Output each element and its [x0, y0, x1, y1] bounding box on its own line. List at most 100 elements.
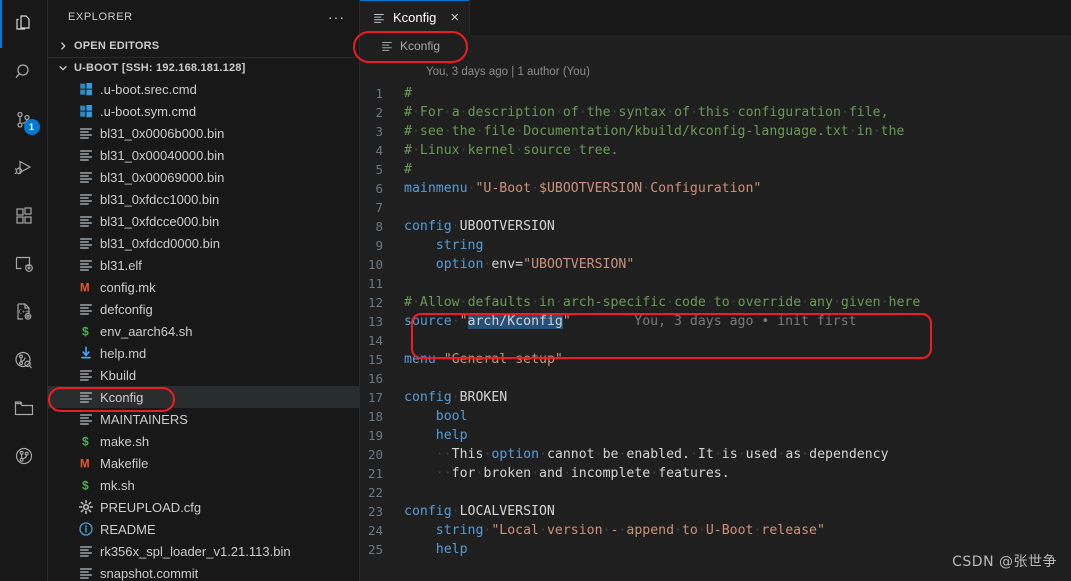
file-tree-item[interactable]: $ env_aarch64.sh — [48, 320, 359, 342]
line-number[interactable]: 23 — [360, 504, 404, 519]
breadcrumb[interactable]: Kconfig — [360, 35, 1071, 57]
code-line: 6 mainmenu·"U-Boot·$UBOOTVERSION·Configur… — [360, 179, 1071, 198]
activity-item-run-and-debug[interactable] — [0, 144, 48, 192]
sidebar-section-uboot[interactable]: U-BOOT [SSH: 192.168.181.128] — [48, 56, 359, 79]
line-number[interactable]: 25 — [360, 542, 404, 557]
file-tree-item[interactable]: MAINTAINERS — [48, 408, 359, 430]
code-line: 3 #·see·the·file·Documentation/kbuild/kco… — [360, 122, 1071, 141]
activity-item-folder-view[interactable] — [0, 384, 48, 432]
file-name: defconfig — [100, 301, 153, 317]
file-tree-item[interactable]: defconfig — [48, 298, 359, 320]
file-tree-item[interactable]: help.md — [48, 342, 359, 364]
breadcrumb-label: Kconfig — [400, 39, 441, 53]
code-editor[interactable]: You, 3 days ago | 1 author (You) 1 #2 #·Fo… — [360, 57, 1071, 581]
more-actions-icon[interactable]: ··· — [322, 10, 351, 24]
line-number[interactable]: 15 — [360, 352, 404, 367]
file-tree-item[interactable]: README — [48, 518, 359, 540]
file-tree-item[interactable]: bl31_0xfdcd0000.bin — [48, 232, 359, 254]
line-number[interactable]: 6 — [360, 181, 404, 196]
line-number[interactable]: 24 — [360, 523, 404, 538]
text-file-icon — [371, 10, 387, 26]
file-tree-item[interactable]: Kbuild — [48, 364, 359, 386]
code-line: 20 ··This·option·cannot·be·enabled.·It·i… — [360, 445, 1071, 464]
file-tree-item[interactable]: M Makefile — [48, 452, 359, 474]
chevron-right-icon — [56, 39, 70, 53]
code-text: #·Linux·kernel·source·tree. — [404, 143, 619, 158]
file-tree-item[interactable]: PREUPLOAD.cfg — [48, 496, 359, 518]
line-number[interactable]: 14 — [360, 333, 404, 348]
activity-item-explorer[interactable] — [0, 0, 48, 48]
line-number[interactable]: 18 — [360, 409, 404, 424]
code-text: menu·"General·setup" — [404, 352, 563, 367]
line-number[interactable]: 3 — [360, 124, 404, 139]
code-line: 5 # — [360, 160, 1071, 179]
code-line: 19 help — [360, 426, 1071, 445]
file-tree-item[interactable]: $ mk.sh — [48, 474, 359, 496]
line-number[interactable]: 13 — [360, 314, 404, 329]
activity-item-cpp-config[interactable]: C++ — [0, 288, 48, 336]
line-number[interactable]: 1 — [360, 86, 404, 101]
activity-item-remote-explorer[interactable] — [0, 240, 48, 288]
line-number[interactable]: 4 — [360, 143, 404, 158]
blame-header: You, 3 days ago | 1 author (You) — [426, 66, 590, 78]
line-number[interactable]: 2 — [360, 105, 404, 120]
file-tree-item[interactable]: .u-boot.srec.cmd — [48, 78, 359, 100]
text-file-icon — [379, 38, 395, 54]
code-line: 1 # — [360, 84, 1071, 103]
line-number[interactable]: 19 — [360, 428, 404, 443]
file-tree-item[interactable]: bl31_0xfdcc1000.bin — [48, 188, 359, 210]
search-icon — [12, 60, 36, 84]
file-name: PREUPLOAD.cfg — [100, 499, 202, 515]
file-tree-item[interactable]: $ make.sh — [48, 430, 359, 452]
line-number[interactable]: 16 — [360, 371, 404, 386]
editor-scrollbar[interactable] — [1057, 57, 1071, 581]
code-line: 13 source·"arch/Kconfig" You, 3 days ago … — [360, 312, 1071, 331]
file-tree-item[interactable]: bl31_0xfdcce000.bin — [48, 210, 359, 232]
line-number[interactable]: 17 — [360, 390, 404, 405]
activity-item-search[interactable] — [0, 48, 48, 96]
code-text: config·UBOOTVERSION — [404, 219, 555, 234]
line-number[interactable]: 10 — [360, 257, 404, 272]
line-number[interactable]: 11 — [360, 276, 404, 291]
file-tree-item[interactable]: Mconfig.mk — [48, 276, 359, 298]
file-tree-item[interactable]: Kconfig — [48, 386, 359, 409]
sidebar-section-open-editors[interactable]: OPEN EDITORS — [48, 35, 359, 57]
editor-tabs-bar: Kconfig × — [360, 0, 1071, 35]
code-text: option·env="UBOOTVERSION" — [435, 257, 635, 272]
file-tree-item[interactable]: bl31_0x0006b000.bin — [48, 122, 359, 144]
activity-item-extensions[interactable] — [0, 192, 48, 240]
text-file-icon — [78, 235, 94, 251]
tab-kconfig[interactable]: Kconfig × — [360, 0, 471, 35]
run-debug-icon — [12, 156, 36, 180]
file-name: bl31_0xfdcd0000.bin — [100, 235, 220, 251]
file-tree-item[interactable]: bl31.elf — [48, 254, 359, 276]
file-tree-item[interactable]: bl31_0x00069000.bin — [48, 166, 359, 188]
file-tree-item[interactable]: .u-boot.sym.cmd — [48, 100, 359, 122]
text-file-icon — [78, 565, 94, 581]
file-name: bl31_0x0006b000.bin — [100, 125, 225, 141]
code-text: #·see·the·file·Documentation/kbuild/kcon… — [404, 124, 905, 139]
line-number[interactable]: 12 — [360, 295, 404, 310]
line-number[interactable]: 9 — [360, 238, 404, 253]
line-number[interactable]: 22 — [360, 485, 404, 500]
shell-file-icon: $ — [78, 433, 94, 449]
line-number[interactable]: 5 — [360, 162, 404, 177]
remote-explorer-icon — [12, 252, 36, 276]
svg-text:M: M — [80, 283, 90, 295]
line-number[interactable]: 20 — [360, 447, 404, 462]
cmd-file-icon — [78, 81, 94, 97]
activity-item-git-graph[interactable] — [0, 432, 48, 480]
file-tree-item[interactable]: rk356x_spl_loader_v1.21.113.bin — [48, 540, 359, 562]
file-tree[interactable]: .u-boot.srec.cmd .u-boot.sym.cmd bl31_0x00… — [48, 78, 359, 581]
close-icon[interactable]: × — [450, 10, 459, 25]
svg-text:C++: C++ — [18, 309, 29, 315]
code-text: ··for·broken·and·incomplete·features. — [435, 466, 730, 481]
file-tree-item[interactable]: bl31_0x00040000.bin — [48, 144, 359, 166]
line-number[interactable]: 7 — [360, 200, 404, 215]
activity-item-source-control[interactable]: 1 — [0, 96, 48, 144]
activity-item-git-graph-search[interactable] — [0, 336, 48, 384]
file-name: mk.sh — [100, 477, 135, 493]
file-tree-item[interactable]: snapshot.commit — [48, 562, 359, 581]
line-number[interactable]: 21 — [360, 466, 404, 481]
line-number[interactable]: 8 — [360, 219, 404, 234]
